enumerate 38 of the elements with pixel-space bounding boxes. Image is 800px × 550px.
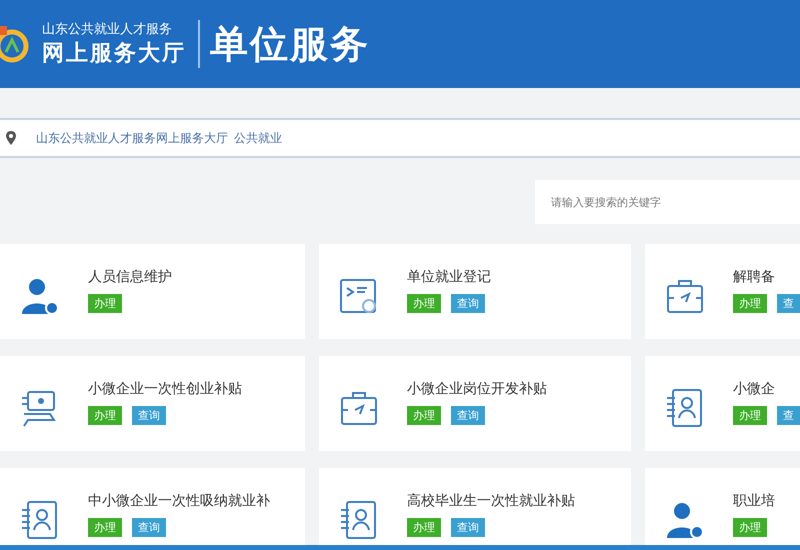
person-icon: [665, 500, 705, 540]
person-icon: [20, 276, 60, 316]
document-icon: [339, 276, 379, 316]
search-field[interactable]: 请输入要搜索的关键字: [535, 180, 800, 224]
handle-button[interactable]: 办理: [88, 406, 122, 425]
service-title: 高校毕业生一次性就业补贴: [407, 492, 575, 510]
service-title: 小微企: [733, 380, 776, 398]
breadcrumb-current: 公共就业: [234, 130, 282, 146]
service-title: 小微企业岗位开发补贴: [407, 380, 547, 398]
query-button[interactable]: 查: [777, 406, 800, 425]
org-name: 山东公共就业人才服务: [42, 21, 173, 38]
query-button[interactable]: 查询: [451, 294, 485, 313]
query-button[interactable]: 查询: [132, 518, 166, 537]
query-button[interactable]: 查: [777, 294, 800, 313]
location-pin-icon: [6, 131, 16, 145]
service-title: 中小微企业一次性吸纳就业补: [88, 492, 270, 510]
query-button[interactable]: 查询: [451, 406, 485, 425]
service-title: 单位就业登记: [407, 268, 491, 286]
contact-card-icon: [665, 388, 705, 428]
service-title: 小微企业一次性创业补贴: [88, 380, 242, 398]
query-button[interactable]: 查询: [451, 518, 485, 537]
handle-button[interactable]: 办理: [733, 294, 767, 313]
handle-button[interactable]: 办理: [407, 518, 441, 537]
service-title: 人员信息维护: [88, 268, 172, 286]
query-button[interactable]: 查询: [132, 406, 166, 425]
section-title: 单位服务: [210, 20, 370, 68]
hall-name: 网上服务大厅: [42, 40, 186, 68]
handle-button[interactable]: 办理: [407, 406, 441, 425]
service-title: 解聘备: [733, 268, 776, 286]
handle-button[interactable]: 办理: [88, 294, 122, 313]
service-title: 职业培: [733, 492, 775, 510]
handle-button[interactable]: 办理: [733, 518, 767, 537]
contact-card-icon: [20, 500, 60, 540]
breadcrumb-link[interactable]: 山东公共就业人才服务网上服务大厅: [36, 130, 228, 146]
contact-card-icon: [339, 500, 379, 540]
handle-button[interactable]: 办理: [88, 518, 122, 537]
handle-button[interactable]: 办理: [733, 406, 767, 425]
handle-button[interactable]: 办理: [407, 294, 441, 313]
